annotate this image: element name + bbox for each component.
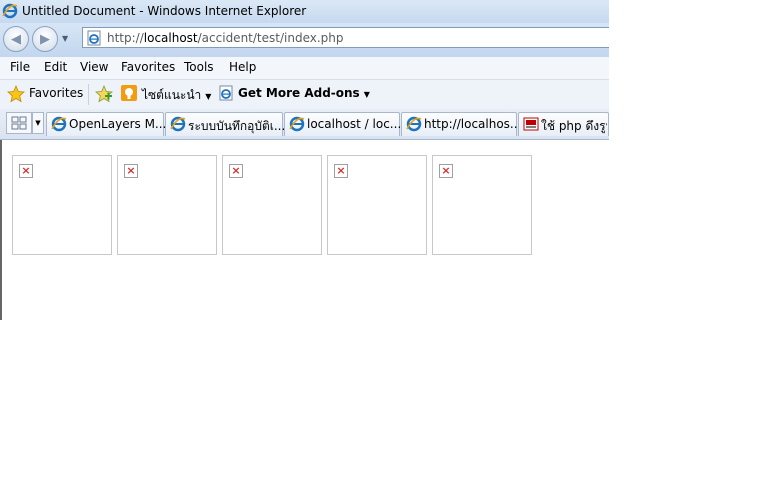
- add-to-favorites-icon[interactable]: [95, 84, 113, 106]
- suggested-sites-icon: [120, 84, 138, 105]
- navigation-bar: ◀ ▶ ▼ http://localhost/accident/test/ind…: [0, 23, 609, 57]
- tab-label: localhost / loc...: [307, 117, 402, 131]
- tab-openlayers[interactable]: OpenLayers M...: [46, 112, 167, 136]
- chevron-down-icon: ▼: [363, 90, 370, 99]
- tab-label: http://localhos...: [424, 117, 522, 131]
- internet-explorer-icon: [51, 116, 67, 135]
- back-button[interactable]: ◀: [3, 26, 29, 52]
- internet-explorer-icon: [170, 116, 186, 135]
- internet-explorer-icon: [289, 116, 305, 135]
- quick-tabs-grid-icon: [11, 116, 27, 133]
- url-prefix: http://: [107, 31, 144, 45]
- internet-explorer-icon: [406, 116, 422, 135]
- menu-favorites[interactable]: Favorites: [121, 60, 175, 74]
- page-icon: [218, 85, 234, 104]
- get-addons-label: Get More Add-ons: [238, 86, 360, 100]
- chevron-down-icon: ▼: [35, 119, 41, 127]
- address-bar[interactable]: http://localhost/accident/test/index.php: [82, 27, 609, 48]
- page-icon: [86, 30, 102, 49]
- broken-image: ×: [222, 155, 322, 255]
- favorites-button[interactable]: Favorites: [29, 86, 83, 100]
- url-host: localhost: [143, 31, 198, 45]
- broken-image-icon: ×: [124, 164, 138, 178]
- broken-image-icon: ×: [334, 164, 348, 178]
- menu-view[interactable]: View: [80, 60, 108, 74]
- broken-image: ×: [432, 155, 532, 255]
- tab-bar: ▼ OpenLayers M... ระบบบันทึกอุบัติเ... l…: [0, 109, 609, 140]
- forward-button[interactable]: ▶: [32, 26, 58, 52]
- suggested-sites-label: ไซต์แนะนำ: [142, 88, 202, 102]
- menu-file[interactable]: File: [10, 60, 30, 74]
- suggested-sites-button[interactable]: ไซต์แนะนำ ▼: [142, 86, 211, 105]
- browser-window: Untitled Document - Windows Internet Exp…: [0, 0, 609, 320]
- window-title: Untitled Document - Windows Internet Exp…: [22, 4, 307, 18]
- tab-accident-system[interactable]: ระบบบันทึกอุบัติเ...: [165, 112, 286, 136]
- tab-php-images[interactable]: ใช้ php ดึงรูปภ: [518, 112, 609, 136]
- broken-image: ×: [12, 155, 112, 255]
- favorites-star-icon: [7, 84, 25, 106]
- tab-list-dropdown[interactable]: ▼: [32, 112, 44, 134]
- menu-bar: File Edit View Favorites Tools Help: [0, 57, 609, 80]
- broken-image: ×: [327, 155, 427, 255]
- history-dropdown-icon[interactable]: ▼: [62, 34, 68, 43]
- url-path: /accident/test/index.php: [197, 31, 344, 45]
- tab-label: OpenLayers M...: [69, 117, 167, 131]
- back-arrow-icon: ◀: [11, 31, 21, 47]
- site-favicon-icon: [523, 116, 539, 135]
- menu-tools[interactable]: Tools: [184, 60, 214, 74]
- quick-tabs-button[interactable]: [6, 112, 32, 134]
- favorites-bar: Favorites ไซต์แนะนำ ▼ Get More Add-ons ▼: [0, 80, 609, 110]
- tab-localhost-url[interactable]: http://localhos...: [401, 112, 521, 136]
- title-bar: Untitled Document - Windows Internet Exp…: [0, 0, 609, 23]
- page-content: × × × × ×: [0, 140, 609, 320]
- broken-image-icon: ×: [229, 164, 243, 178]
- menu-edit[interactable]: Edit: [44, 60, 67, 74]
- tab-label: ใช้ php ดึงรูปภ: [541, 119, 607, 133]
- internet-explorer-icon: [2, 3, 18, 22]
- address-url[interactable]: http://localhost/accident/test/index.php: [107, 31, 344, 45]
- tab-localhost[interactable]: localhost / loc...: [284, 112, 402, 136]
- broken-image-icon: ×: [19, 164, 33, 178]
- chevron-down-icon: ▼: [205, 92, 212, 101]
- broken-image: ×: [117, 155, 217, 255]
- menu-help[interactable]: Help: [229, 60, 256, 74]
- tab-label: ระบบบันทึกอุบัติเ...: [188, 119, 286, 133]
- broken-image-icon: ×: [439, 164, 453, 178]
- favorites-separator: [88, 84, 89, 105]
- get-addons-button[interactable]: Get More Add-ons ▼: [238, 86, 370, 100]
- forward-arrow-icon: ▶: [40, 31, 50, 47]
